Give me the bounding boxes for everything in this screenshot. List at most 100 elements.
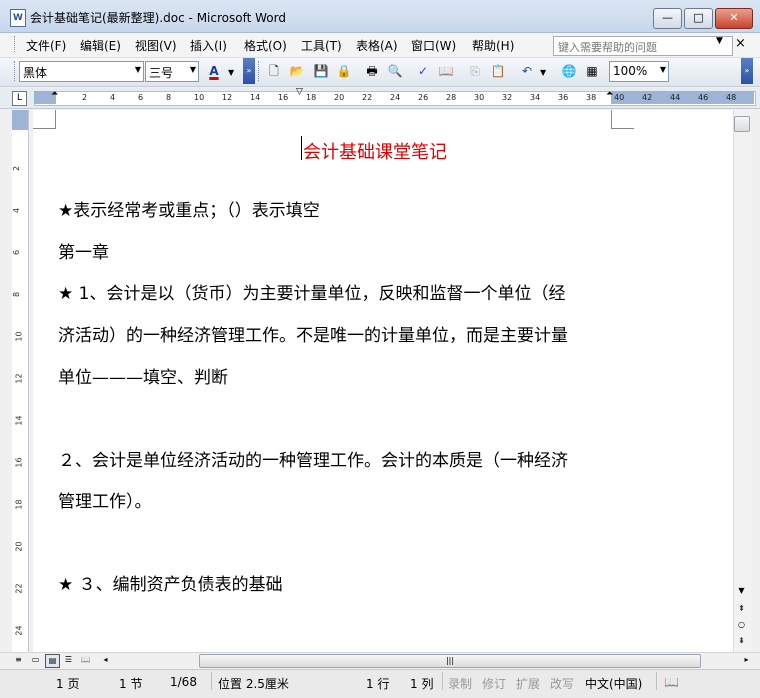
- scroll-down-arrow-icon[interactable]: ▼: [733, 584, 750, 598]
- menu-help[interactable]: 帮助(H): [472, 37, 514, 54]
- previous-page-icon[interactable]: ⇞: [733, 602, 750, 616]
- spelling-icon[interactable]: ✓: [414, 62, 432, 80]
- vertical-scroll-thumb[interactable]: [734, 116, 750, 132]
- status-separator: [656, 672, 657, 690]
- hyperlink-icon[interactable]: 🌐: [560, 62, 578, 80]
- document-page[interactable]: 会计基础课堂笔记 ★表示经常考或重点；（）表示填空 第一章 ★ 1、会计是以（货…: [33, 110, 733, 652]
- doc-paragraph[interactable]: ★ ３、编制资产负债表的基础: [58, 570, 283, 595]
- font-size-value: 三号: [149, 66, 174, 80]
- menu-edit[interactable]: 编辑(E): [80, 37, 121, 54]
- status-extend[interactable]: 扩展: [516, 675, 540, 692]
- menu-grip[interactable]: [14, 36, 18, 52]
- scroll-right-arrow-icon[interactable]: ▸: [740, 654, 753, 666]
- status-section: 1 节: [119, 677, 143, 691]
- right-indent-marker-icon[interactable]: ⏶: [606, 89, 613, 99]
- menu-insert[interactable]: 插入(I): [190, 37, 227, 54]
- font-size-arrow-icon[interactable]: ▼: [190, 65, 196, 74]
- print-preview-icon[interactable]: 🔍: [386, 62, 404, 80]
- paste-icon[interactable]: 📋: [489, 62, 507, 80]
- zoom-arrow-icon[interactable]: ▼: [660, 65, 666, 74]
- vertical-ruler-tick-label: 22: [14, 583, 24, 594]
- status-separator: [442, 672, 443, 690]
- vertical-scrollbar[interactable]: [733, 110, 751, 652]
- ruler-tick-label: 22: [362, 93, 373, 102]
- tab-selector-icon[interactable]: L: [12, 91, 27, 106]
- help-search-input[interactable]: 键入需要帮助的问题: [553, 36, 733, 56]
- ruler-tick-label: 40: [614, 93, 625, 102]
- new-document-icon[interactable]: 🗋: [265, 62, 283, 80]
- first-line-indent-marker-icon[interactable]: ▽: [296, 87, 303, 97]
- left-indent-marker-icon[interactable]: ⏶: [51, 89, 58, 99]
- horizontal-ruler-area: L ⏶ ▽ ⏶ 2 4 6 8 10 12 14 16 18 20 22 24 26 28 30 32 34 36…: [0, 87, 760, 109]
- undo-dropdown-arrow-icon[interactable]: ▼: [540, 68, 546, 77]
- doc-paragraph[interactable]: ★表示经常考或重点；（）表示填空: [58, 196, 320, 221]
- menu-format[interactable]: 格式(O): [244, 37, 287, 54]
- font-name-value: 黑体: [23, 66, 48, 80]
- vertical-ruler-tick-label: 14: [14, 415, 24, 426]
- font-color-arrow-icon[interactable]: ▼: [228, 68, 234, 77]
- menu-window[interactable]: 窗口(W): [411, 37, 456, 54]
- word-doc-icon: W: [10, 9, 26, 27]
- ruler-tick-label: 4: [110, 93, 116, 102]
- vertical-ruler-tick-label: 24: [14, 625, 24, 636]
- font-color-button[interactable]: A: [205, 62, 223, 80]
- status-record[interactable]: 录制: [448, 675, 472, 692]
- menu-table[interactable]: 表格(A): [356, 37, 398, 54]
- research-icon[interactable]: 📖: [437, 62, 455, 80]
- insert-table-icon[interactable]: ▦: [583, 62, 601, 80]
- menu-file[interactable]: 文件(F): [26, 37, 66, 54]
- vertical-ruler-tick-label: 4: [12, 207, 22, 214]
- status-overtype[interactable]: 改写: [550, 675, 574, 692]
- toolbar-options-chevron-icon[interactable]: »: [741, 58, 753, 84]
- horizontal-scroll-thumb[interactable]: |||: [199, 654, 701, 668]
- next-page-icon[interactable]: ⇟: [733, 634, 750, 648]
- formatting-toolbar: 黑体 ▼ 三号 ▼ A ▼ » 🗋 📂 💾 🔒 🖶 🔍 ✓ 📖 ⎘ 📋 ↶ ▼ …: [0, 58, 760, 87]
- font-size-combo[interactable]: 三号 ▼: [145, 61, 199, 82]
- status-track-changes[interactable]: 修订: [482, 675, 506, 692]
- print-icon[interactable]: 🖶: [363, 62, 381, 80]
- toolbar-overflow-chevron-icon[interactable]: »: [243, 58, 255, 84]
- toolbar-grip[interactable]: [14, 61, 18, 81]
- doc-paragraph[interactable]: 济活动）的一种经济管理工作。不是唯一的计量单位，而是主要计量: [58, 321, 568, 346]
- maximize-button[interactable]: □: [684, 8, 713, 29]
- undo-icon[interactable]: ↶: [518, 62, 536, 80]
- font-name-combo[interactable]: 黑体 ▼: [19, 61, 144, 82]
- vertical-ruler-tick-label: 2: [12, 165, 22, 172]
- help-dropdown-arrow-icon[interactable]: ▼: [716, 36, 723, 46]
- copy-icon[interactable]: ⎘: [466, 62, 484, 80]
- doc-paragraph[interactable]: 单位———填空、判断: [58, 363, 228, 388]
- print-layout-view-icon[interactable]: ▤: [45, 654, 60, 668]
- document-title[interactable]: 会计基础课堂笔记: [303, 138, 447, 164]
- web-layout-view-icon[interactable]: ▭: [29, 654, 42, 666]
- close-button[interactable]: ✕: [715, 8, 753, 29]
- open-folder-icon[interactable]: 📂: [288, 62, 306, 80]
- document-close-button[interactable]: ×: [735, 36, 746, 51]
- doc-paragraph[interactable]: 管理工作）。: [58, 487, 152, 512]
- doc-paragraph[interactable]: ★ 1、会计是以（货币）为主要计量单位，反映和监督一个单位（经: [58, 279, 565, 304]
- doc-paragraph[interactable]: 第一章: [58, 238, 109, 263]
- ruler-tick-label: 14: [250, 93, 261, 102]
- standard-toolbar-grip[interactable]: [258, 61, 262, 81]
- ruler-tick-label: 30: [474, 93, 485, 102]
- scroll-left-arrow-icon[interactable]: ◂: [99, 654, 112, 666]
- minimize-button[interactable]: —: [653, 8, 682, 29]
- status-language[interactable]: 中文(中国): [585, 675, 642, 692]
- save-icon[interactable]: 💾: [312, 62, 330, 80]
- normal-view-icon[interactable]: ≡: [12, 654, 25, 666]
- reading-layout-view-icon[interactable]: 📖: [79, 654, 92, 666]
- spelling-status-icon[interactable]: 📖: [664, 675, 679, 689]
- menu-tools[interactable]: 工具(T): [301, 37, 342, 54]
- status-page: 1 页: [56, 677, 80, 691]
- zoom-combo[interactable]: 100% ▼: [609, 61, 669, 82]
- ruler-tick-label: 36: [558, 93, 569, 102]
- status-separator: [211, 672, 212, 690]
- doc-paragraph[interactable]: ２、会计是单位经济活动的一种管理工作。会计的本质是（一种经济: [58, 446, 568, 471]
- select-browse-object-icon[interactable]: ○: [733, 618, 750, 632]
- menu-view[interactable]: 视图(V): [135, 37, 177, 54]
- permission-icon[interactable]: 🔒: [335, 62, 353, 80]
- menu-bar: 文件(F) 编辑(E) 视图(V) 插入(I) 格式(O) 工具(T) 表格(A…: [0, 33, 760, 58]
- font-name-arrow-icon[interactable]: ▼: [135, 65, 141, 74]
- outline-view-icon[interactable]: ☰: [62, 654, 75, 666]
- vertical-ruler-tick-label: 20: [14, 541, 24, 552]
- vertical-ruler-tick-label: 6: [12, 249, 22, 256]
